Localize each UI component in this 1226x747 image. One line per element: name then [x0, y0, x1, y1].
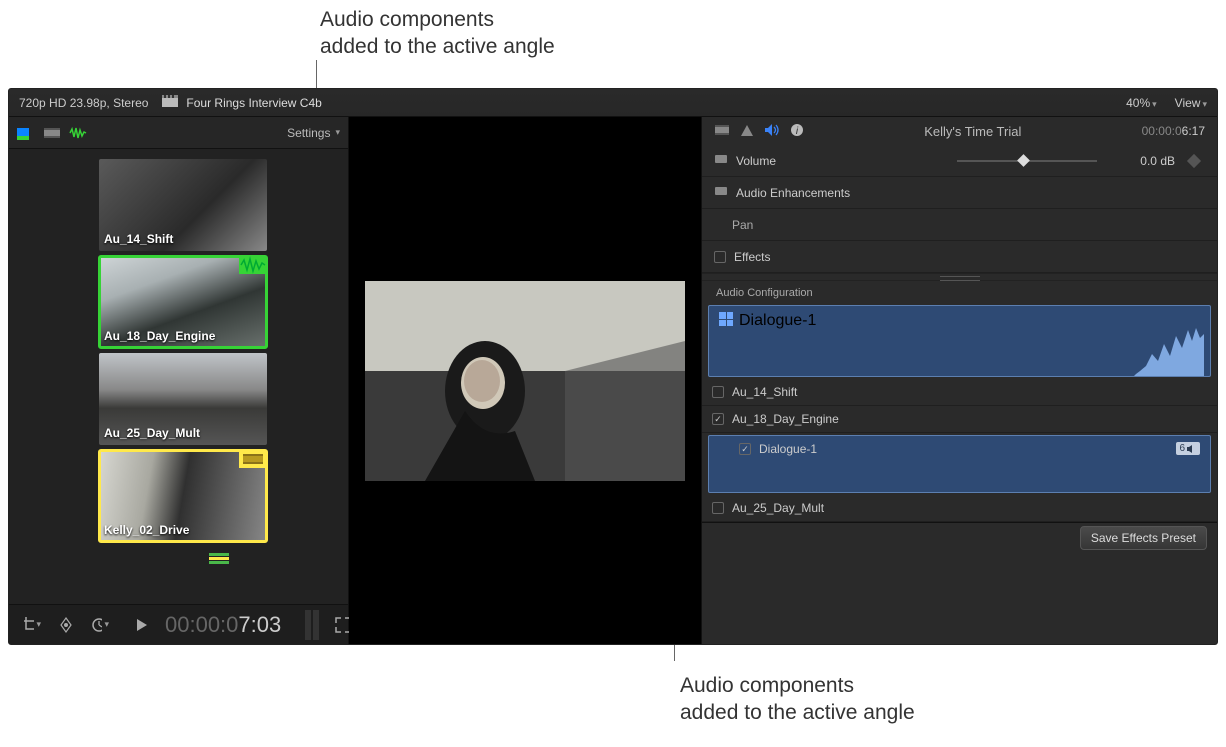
enhancements-label: Audio Enhancements	[736, 186, 850, 200]
audio-enhancements-row[interactable]: Audio Enhancements	[702, 177, 1217, 209]
nested-component-row[interactable]: Dialogue-1 6	[708, 435, 1211, 493]
retime-menu-icon[interactable]: ▾	[91, 616, 109, 634]
row-icon	[714, 153, 728, 168]
viewer-frame	[365, 281, 685, 481]
component-checkbox[interactable]	[712, 386, 724, 398]
audio-badge-icon	[239, 256, 267, 274]
divider-grip[interactable]	[702, 273, 1217, 281]
dialogue-main-row[interactable]: Dialogue-1	[708, 305, 1211, 377]
volume-label: Volume	[736, 154, 776, 168]
chevron-down-icon: ▾	[1152, 99, 1157, 109]
color-tab-icon[interactable]	[740, 123, 754, 140]
inspector-footer: Save Effects Preset	[702, 522, 1217, 552]
video-tab-icon[interactable]	[714, 123, 730, 140]
angle-label: Au_25_Day_Mult	[104, 426, 200, 440]
audio-meters	[305, 610, 319, 640]
clapper-icon	[162, 95, 178, 110]
row-icon	[714, 185, 728, 200]
angle-label: Au_18_Day_Engine	[104, 329, 215, 343]
angle-item[interactable]: Kelly_02_Drive	[99, 450, 267, 542]
nested-label: Dialogue-1	[759, 442, 817, 456]
effects-checkbox[interactable]	[714, 251, 726, 263]
save-effects-preset-button[interactable]: Save Effects Preset	[1080, 526, 1207, 550]
multicam-icon	[719, 312, 733, 326]
component-row[interactable]: Au_25_Day_Mult	[702, 495, 1217, 522]
effects-row[interactable]: Effects	[702, 241, 1217, 273]
viewer-topbar: 720p HD 23.98p, Stereo Four Rings Interv…	[9, 89, 1217, 117]
pan-label: Pan	[732, 218, 753, 232]
timecode-display[interactable]: 00:00:07:03	[165, 612, 281, 638]
clip-title: Four Rings Interview C4b	[186, 96, 321, 110]
component-row[interactable]: Au_14_Shift	[702, 379, 1217, 406]
viewer[interactable]	[349, 117, 701, 644]
channel-badge[interactable]: 6	[1176, 442, 1200, 455]
component-label: Au_18_Day_Engine	[732, 412, 839, 426]
inspector: i Kelly's Time Trial 00:00:06:17 Volume …	[701, 117, 1217, 644]
component-checkbox[interactable]	[739, 443, 751, 455]
component-row[interactable]: Au_18_Day_Engine	[702, 406, 1217, 433]
chevron-down-icon: ▾	[36, 619, 41, 630]
audio-tab-icon[interactable]	[764, 123, 780, 140]
inspector-title: Kelly's Time Trial	[814, 124, 1132, 139]
settings-menu[interactable]: Settings▾	[287, 126, 340, 140]
format-label: 720p HD 23.98p, Stereo	[19, 96, 148, 110]
angle-label: Au_14_Shift	[104, 232, 173, 246]
pan-row[interactable]: Pan	[702, 209, 1217, 241]
chevron-down-icon: ▾	[1202, 99, 1207, 109]
angle-item[interactable]: Au_25_Day_Mult	[99, 353, 267, 445]
volume-slider[interactable]	[957, 154, 1097, 168]
video-badge-icon	[239, 450, 267, 468]
video-audio-icon[interactable]	[17, 126, 35, 140]
angle-list: Au_14_Shift Au_18_Day_Engine Au_25_Day_M…	[9, 149, 348, 604]
annotation-top: Audio components added to the active ang…	[320, 6, 555, 61]
crop-tool-icon[interactable]: ▾	[23, 616, 41, 634]
component-checkbox[interactable]	[712, 502, 724, 514]
waveform-thumb	[1134, 326, 1204, 376]
left-toolbar: Settings▾	[9, 117, 348, 149]
transform-tool-icon[interactable]	[57, 616, 75, 634]
filmstrip-icon[interactable]	[43, 126, 61, 140]
angle-item[interactable]: Au_14_Shift	[99, 159, 267, 251]
angle-label: Kelly_02_Drive	[104, 523, 189, 537]
view-menu[interactable]: View▾	[1175, 96, 1207, 110]
chevron-down-icon: ▾	[335, 127, 340, 138]
volume-value: 0.0 dB	[1105, 154, 1175, 168]
effects-label: Effects	[734, 250, 770, 264]
playbar: ▾ ▾ 00:00:07:03	[9, 604, 348, 644]
volume-row: Volume 0.0 dB	[702, 145, 1217, 177]
waveform-icon[interactable]	[69, 126, 87, 140]
component-checkbox[interactable]	[712, 413, 724, 425]
app-window: 720p HD 23.98p, Stereo Four Rings Interv…	[8, 88, 1218, 645]
keyframe-button[interactable]	[1187, 153, 1201, 167]
dialogue-main-label: Dialogue-1	[739, 312, 816, 330]
inspector-timecode: 00:00:06:17	[1142, 124, 1205, 138]
inspector-header: i Kelly's Time Trial 00:00:06:17	[702, 117, 1217, 145]
chevron-down-icon: ▾	[104, 619, 109, 630]
zoom-menu[interactable]: 40%▾	[1126, 96, 1157, 110]
audio-config-label: Audio Configuration	[702, 281, 1217, 303]
annotation-bottom: Audio components added to the active ang…	[680, 672, 915, 727]
info-tab-icon[interactable]: i	[790, 123, 804, 140]
component-label: Au_14_Shift	[732, 385, 797, 399]
stack-icon[interactable]	[99, 547, 338, 580]
component-label: Au_25_Day_Mult	[732, 501, 824, 515]
angle-item[interactable]: Au_18_Day_Engine	[99, 256, 267, 348]
play-button[interactable]	[135, 616, 149, 634]
angle-sidebar: Settings▾ Au_14_Shift Au_18_Day_Engine	[9, 117, 349, 644]
